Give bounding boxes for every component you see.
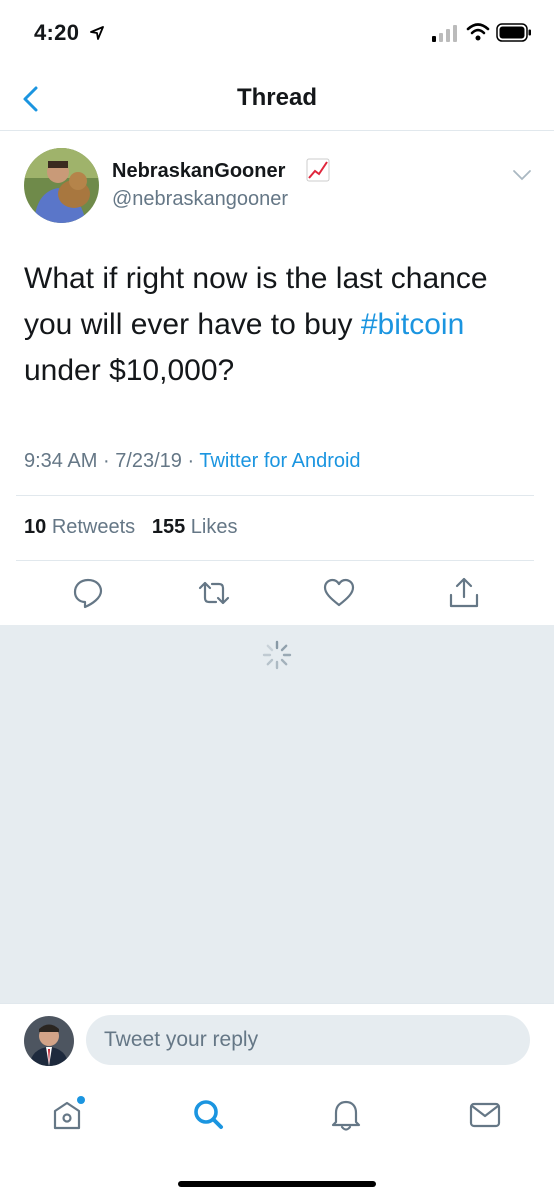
hashtag-link[interactable]: #bitcoin (361, 308, 464, 341)
like-count: 155 (151, 516, 186, 538)
meta-separator: · (187, 450, 195, 472)
tweet-client-link[interactable]: Twitter for Android (199, 450, 360, 472)
share-button[interactable] (447, 576, 481, 610)
search-tab-icon[interactable] (188, 1094, 228, 1134)
notification-dot (77, 1096, 85, 1104)
tweet-metadata: 9:34 AM · 7/23/19 · Twitter for Android (24, 450, 361, 473)
likes-link[interactable]: 155 Likes (152, 516, 238, 538)
header-divider (0, 130, 554, 131)
current-user-avatar[interactable] (24, 1016, 74, 1066)
reply-bar-divider (0, 1003, 554, 1004)
notifications-tab-icon[interactable] (326, 1094, 366, 1134)
status-time: 4:20 (34, 20, 80, 45)
cellular-signal-icon (432, 25, 457, 42)
author-handle[interactable]: @nebraskangooner (112, 188, 288, 211)
location-arrow-icon (90, 26, 104, 40)
chevron-down-icon[interactable] (512, 168, 532, 182)
retweet-label: Retweets (51, 516, 136, 538)
page-title: Thread (236, 84, 317, 111)
loading-spinner-icon (262, 640, 292, 670)
reply-button[interactable] (71, 576, 105, 610)
tweet-text: What if right now is the last chance you… (24, 256, 524, 394)
reply-input[interactable]: Tweet your reply (86, 1015, 530, 1065)
home-indicator[interactable] (178, 1181, 376, 1187)
meta-separator: · (102, 450, 110, 472)
messages-tab-icon[interactable] (465, 1094, 505, 1134)
tweet-text-end: under $10,000? (24, 354, 235, 387)
tweet-date: 7/23/19 (115, 450, 182, 472)
stats-divider (16, 560, 534, 561)
retweets-link[interactable]: 10 Retweets (24, 516, 135, 538)
home-tab-icon[interactable] (47, 1094, 87, 1134)
replies-loading-area (0, 625, 554, 1003)
meta-divider (16, 495, 534, 496)
like-button[interactable] (322, 576, 356, 610)
like-label: Likes (190, 516, 238, 538)
tweet-stats: 10 Retweets 155 Likes (24, 516, 238, 539)
battery-icon (496, 23, 531, 42)
retweet-button[interactable] (197, 576, 231, 610)
author-avatar[interactable] (24, 148, 99, 223)
wifi-icon (466, 23, 490, 41)
tweet-time: 9:34 AM (24, 450, 98, 472)
retweet-count: 10 (24, 516, 47, 538)
author-display-name[interactable]: NebraskanGooner (112, 160, 285, 183)
chart-increasing-icon (306, 158, 330, 182)
